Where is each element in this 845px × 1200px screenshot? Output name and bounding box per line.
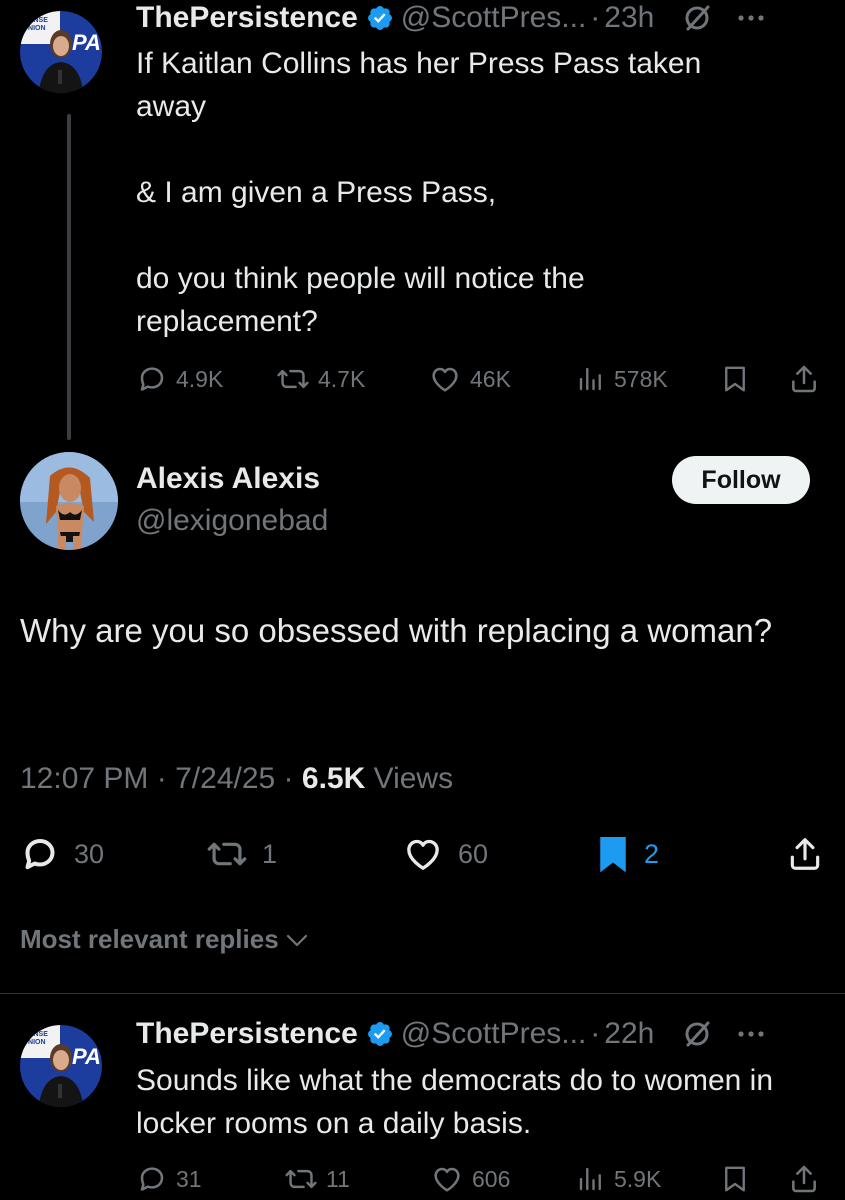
- verified-badge-icon: [366, 1020, 394, 1048]
- repost-button[interactable]: 11: [284, 1162, 350, 1196]
- views-count: 5.9K: [614, 1165, 662, 1192]
- repost-icon: [285, 1169, 317, 1189]
- reply-icon: [140, 367, 164, 391]
- display-name[interactable]: ThePersistence: [136, 1, 358, 35]
- bookmark-icon: [725, 366, 745, 392]
- separator: ·: [156, 762, 167, 795]
- main-actions: 30 1 60 2: [20, 834, 825, 874]
- tweet-line: If Kaitlan Collins has her Press Pass ta…: [136, 47, 702, 123]
- views-icon: [579, 1167, 601, 1191]
- display-name[interactable]: ThePersistence: [136, 1017, 358, 1051]
- share-button[interactable]: [788, 362, 820, 396]
- reply-icon: [25, 839, 55, 870]
- share-icon: [792, 1165, 816, 1193]
- tweet-timestamp: 12:07 PM · 7/24/25 · 6.5K Views: [20, 762, 453, 796]
- handle[interactable]: @ScottPres...: [401, 1, 587, 35]
- tweet-line: do you think people will notice the repl…: [136, 262, 585, 338]
- like-button[interactable]: 46K: [428, 362, 511, 396]
- grok-icon[interactable]: [682, 1019, 712, 1049]
- bookmark-button[interactable]: 2: [596, 834, 659, 874]
- reply-count: 31: [176, 1165, 202, 1192]
- sort-replies-dropdown[interactable]: Most relevant replies: [20, 924, 309, 955]
- bookmark-count: 2: [644, 838, 660, 869]
- svg-text:CONSE: CONSE: [23, 17, 48, 24]
- views-button[interactable]: 578K: [576, 362, 668, 396]
- svg-text:CONSE: CONSE: [23, 1031, 48, 1038]
- tweet-time[interactable]: 12:07 PM: [20, 762, 148, 795]
- bookmark-icon: [600, 837, 626, 873]
- thread-line: [67, 114, 71, 440]
- main-avatar[interactable]: [20, 452, 118, 550]
- reply-icon: [140, 1167, 164, 1191]
- parent-tweet-text: If Kaitlan Collins has her Press Pass ta…: [136, 42, 776, 343]
- reply-count: 30: [74, 838, 105, 869]
- sort-label: Most relevant replies: [20, 924, 279, 954]
- svg-text:PA: PA: [72, 30, 101, 55]
- main-tweet-text: Why are you so obsessed with replacing a…: [20, 612, 773, 649]
- verified-badge-icon: [366, 4, 394, 32]
- share-icon: [790, 838, 820, 870]
- views-count: 6.5K: [301, 762, 366, 795]
- reply-actions: 31 11 606 5.9K: [136, 1162, 826, 1196]
- views-count: 578K: [614, 365, 668, 392]
- repost-count: 11: [326, 1165, 350, 1192]
- like-button[interactable]: 60: [402, 834, 488, 874]
- share-button[interactable]: [788, 1162, 820, 1196]
- repost-icon: [277, 369, 309, 389]
- parent-header: ThePersistence @ScottPres... · 23h: [136, 0, 766, 36]
- repost-icon: [207, 842, 247, 866]
- reply-button[interactable]: 30: [20, 834, 104, 874]
- bookmark-icon: [725, 1166, 745, 1192]
- like-icon: [432, 367, 458, 392]
- timestamp[interactable]: 22h: [604, 1017, 654, 1051]
- reply-avatar[interactable]: AMER CONSE UNION PA: [20, 1018, 102, 1114]
- reply-header: ThePersistence @ScottPres... · 22h: [136, 1016, 766, 1052]
- divider: [0, 993, 845, 994]
- reply-button[interactable]: 31: [136, 1162, 202, 1196]
- chevron-down-icon: [286, 934, 307, 946]
- svg-text:AMER: AMER: [23, 1023, 44, 1030]
- reply-count: 4.9K: [176, 365, 224, 392]
- parent-actions: 4.9K 4.7K 46K 578K: [136, 362, 826, 396]
- like-count: 606: [472, 1165, 511, 1192]
- views-label[interactable]: Views: [374, 762, 453, 795]
- tweet-date[interactable]: 7/24/25: [175, 762, 275, 795]
- separator: ·: [590, 1, 601, 34]
- repost-button[interactable]: 4.7K: [276, 362, 365, 396]
- like-button[interactable]: 606: [430, 1162, 510, 1196]
- svg-text:UNION: UNION: [23, 1039, 46, 1046]
- reply-tweet-text: Sounds like what the democrats do to wom…: [136, 1064, 774, 1140]
- separator: ·: [590, 1017, 601, 1050]
- timestamp[interactable]: 23h: [604, 1, 654, 35]
- more-icon[interactable]: [736, 1029, 766, 1039]
- reply-button[interactable]: 4.9K: [136, 362, 223, 396]
- like-count: 60: [458, 838, 489, 869]
- more-icon[interactable]: [736, 13, 766, 23]
- views-button[interactable]: 5.9K: [576, 1162, 661, 1196]
- bookmark-button[interactable]: [720, 362, 750, 396]
- views-icon: [579, 367, 601, 391]
- share-button[interactable]: [786, 834, 824, 874]
- repost-count: 1: [262, 838, 278, 869]
- svg-text:AMER: AMER: [23, 9, 44, 16]
- repost-button[interactable]: 1: [206, 834, 277, 874]
- bookmark-button[interactable]: [720, 1162, 750, 1196]
- like-icon: [434, 1167, 460, 1192]
- handle[interactable]: @ScottPres...: [401, 1017, 587, 1051]
- tweet-line: & I am given a Press Pass,: [136, 176, 497, 209]
- svg-text:PA: PA: [72, 1044, 101, 1069]
- author-handle[interactable]: @lexigonebad: [136, 504, 328, 538]
- like-icon: [407, 839, 439, 870]
- grok-icon[interactable]: [682, 3, 712, 33]
- separator: ·: [283, 762, 294, 795]
- parent-avatar[interactable]: AMER CONSE UNION PA: [20, 4, 102, 100]
- share-icon: [792, 365, 816, 393]
- svg-text:UNION: UNION: [23, 25, 46, 32]
- repost-count: 4.7K: [318, 365, 366, 392]
- author-name[interactable]: Alexis Alexis: [136, 462, 320, 496]
- follow-button[interactable]: Follow: [672, 456, 810, 504]
- like-count: 46K: [470, 365, 511, 392]
